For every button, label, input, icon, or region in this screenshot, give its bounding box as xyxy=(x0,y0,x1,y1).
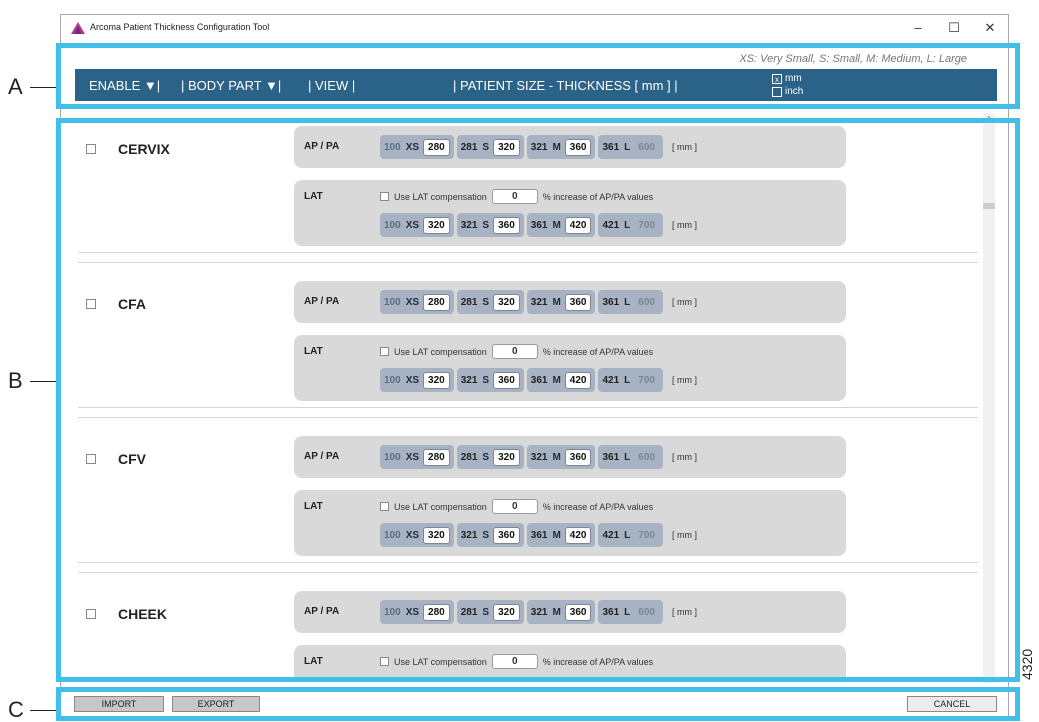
callout-label-a: A xyxy=(8,74,23,99)
callout-frame-c xyxy=(56,687,1020,721)
maximize-button[interactable]: ☐ xyxy=(937,17,971,39)
figure-number: 4320 xyxy=(1019,648,1035,680)
minimize-button[interactable]: – xyxy=(901,17,935,39)
callout-frame-b xyxy=(56,118,1020,682)
title-bar: Arcoma Patient Thickness Configuration T… xyxy=(61,15,1008,41)
arcoma-logo-icon xyxy=(71,22,85,34)
window-title: Arcoma Patient Thickness Configuration T… xyxy=(90,22,270,32)
callout-frame-a xyxy=(56,43,1020,109)
callout-label-b: B xyxy=(8,368,23,393)
callout-label-c: C xyxy=(8,697,24,722)
close-button[interactable]: ✕ xyxy=(973,17,1007,39)
